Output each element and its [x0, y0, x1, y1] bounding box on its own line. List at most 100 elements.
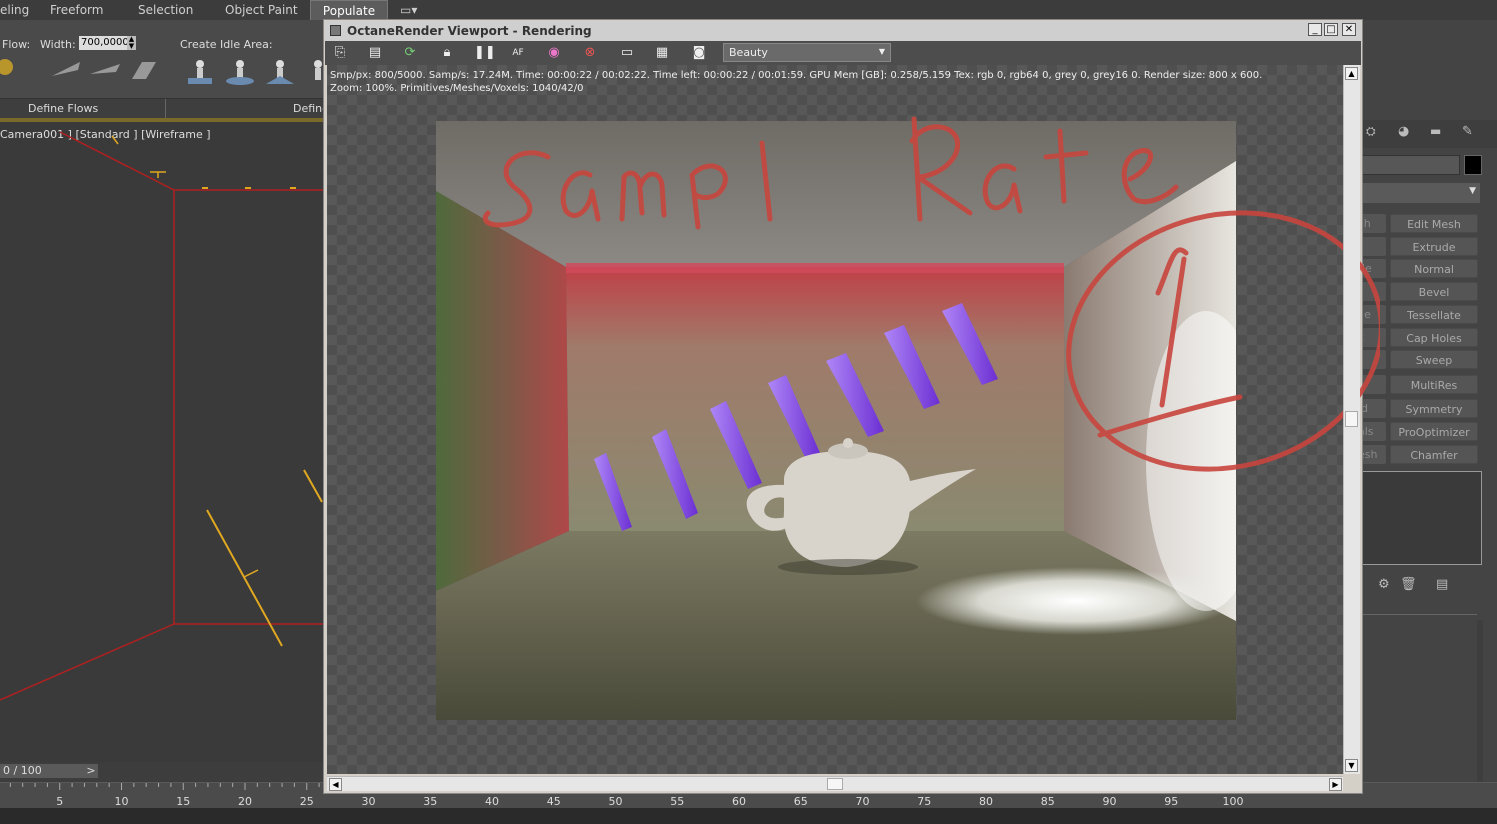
close-button[interactable]: ✕ [1342, 23, 1356, 36]
ruler-label: 45 [547, 795, 561, 808]
window-app-icon [330, 25, 341, 36]
next-frame-button[interactable]: > [84, 764, 98, 778]
scroll-left-button[interactable]: ◀ [329, 778, 342, 791]
annotation-overlay [482, 116, 1380, 472]
ruler-label: 25 [300, 795, 314, 808]
modifier-button-edit-mesh[interactable]: Edit Mesh [1390, 214, 1478, 233]
modifier-button-extrude[interactable]: Extrude [1390, 237, 1478, 256]
status-strip [0, 808, 1497, 824]
ruler-label: 10 [115, 795, 129, 808]
annotation-letter-s [482, 150, 551, 228]
flow-label: Flow: [2, 38, 31, 51]
configure-modifier-icon[interactable]: ▤ [1436, 577, 1448, 592]
modifier-button-tessellate[interactable]: Tessellate [1390, 305, 1478, 324]
annotation-letter-m [619, 170, 667, 222]
panel-divider [1362, 614, 1477, 615]
time-slider-bar: 0 / 100 > [0, 762, 330, 782]
modifier-button-normal[interactable]: Normal [1390, 259, 1478, 278]
clipboard-icon[interactable]: ▤ [366, 44, 384, 62]
ruler-label: 5 [56, 795, 63, 808]
ruler-label: 55 [670, 795, 684, 808]
ruler-label: 75 [917, 795, 931, 808]
modifier-button-bevel[interactable]: Bevel [1390, 282, 1478, 301]
modifier-button-multires[interactable]: MultiRes [1390, 375, 1478, 394]
maximize-button[interactable]: □ [1324, 23, 1338, 36]
ribbon-options-icon[interactable]: ▭▾ [400, 0, 428, 20]
ruler-label: 70 [856, 795, 870, 808]
modifier-button-chamfer[interactable]: Chamfer [1390, 445, 1478, 464]
modifier-button-cap-holes[interactable]: Cap Holes [1390, 328, 1478, 347]
utilities-icon[interactable]: ✎ [1462, 124, 1478, 140]
octane-title-bar[interactable]: OctaneRender Viewport - Rendering [325, 21, 1361, 41]
scroll-right-button[interactable]: ▶ [1329, 778, 1342, 791]
render-stats-line1: Smp/px: 800/5000. Samp/s: 17.24M. Time: … [330, 70, 1263, 81]
tab-freeform[interactable]: Freeform [50, 0, 103, 20]
pause-icon[interactable]: ❚❚ [474, 44, 496, 62]
modifier-stack[interactable] [1362, 471, 1482, 565]
ruler-label: 65 [794, 795, 808, 808]
ruler-label: 95 [1164, 795, 1178, 808]
ruler-label: 20 [238, 795, 252, 808]
time-slider[interactable]: 0 / 100 [0, 764, 85, 778]
pass-select[interactable]: Beauty ▼ [723, 43, 891, 62]
annotation-letter-a2 [982, 163, 1023, 214]
ribbon-tab-bar: eling Freeform Selection Object Paint Po… [0, 0, 1497, 21]
ruler-label: 60 [732, 795, 746, 808]
motion-icon[interactable]: ◕ [1398, 124, 1414, 140]
display-icon[interactable]: ▬ [1430, 124, 1446, 140]
annotation-letter-t [1043, 128, 1089, 204]
refresh-icon[interactable]: ⟳ [401, 44, 419, 62]
screen-icon[interactable]: ▭ [618, 44, 636, 62]
define-flows-label: Define Flows [28, 102, 99, 115]
horizontal-scroll-thumb[interactable] [827, 778, 843, 790]
camera-icon[interactable]: ◙ [690, 44, 708, 62]
panel-scrollbar[interactable] [1477, 620, 1483, 782]
annotation-letter-r [909, 116, 973, 222]
copy-icon[interactable]: ⎘ [331, 44, 349, 62]
width-input[interactable]: 700,0000 [79, 36, 129, 50]
autofocus-icon[interactable]: AF [509, 44, 527, 62]
ruler-label: 40 [485, 795, 499, 808]
color-picker-icon[interactable]: ◉ [545, 44, 563, 62]
chevron-down-icon: ▼ [878, 47, 885, 56]
width-spinner[interactable]: ▲ ▼ [127, 36, 136, 50]
wireframe-scene [0, 131, 330, 701]
pass-select-value: Beauty [729, 46, 768, 59]
lock-icon[interactable]: 🔒︎ [438, 44, 456, 62]
scroll-down-button[interactable]: ▼ [1345, 759, 1358, 772]
minimize-button[interactable]: _ [1308, 23, 1322, 36]
target-icon[interactable]: ⊗ [581, 44, 599, 62]
object-color-swatch[interactable] [1464, 155, 1482, 175]
annotation-letter-p [689, 163, 728, 230]
tab-selection[interactable]: Selection [138, 0, 193, 20]
tab-modeling[interactable]: eling [0, 0, 29, 20]
ribbon-divider [165, 99, 166, 119]
modifier-button-sweep[interactable]: Sweep [1390, 350, 1478, 369]
annotation-letter-e [1121, 148, 1179, 205]
horizontal-scrollbar[interactable]: ◀ ▶ [327, 776, 1343, 791]
ruler-label: 30 [362, 795, 376, 808]
film-icon[interactable]: ▦ [653, 44, 671, 62]
window-title: OctaneRender Viewport - Rendering [347, 24, 592, 38]
tab-populate[interactable]: Populate [310, 0, 388, 20]
render-stats-line2: Zoom: 100%. Primitives/Meshes/Voxels: 10… [330, 83, 584, 94]
vertical-scroll-thumb[interactable] [1345, 411, 1358, 427]
scroll-up-button[interactable]: ▲ [1345, 67, 1358, 80]
ruler-label: 80 [979, 795, 993, 808]
modifier-button-symmetry[interactable]: Symmetry [1390, 399, 1478, 418]
annotation-circle [1066, 210, 1380, 472]
vertical-scrollbar[interactable]: ▲ ▼ [1343, 65, 1360, 774]
show-end-result-icon[interactable]: ⚙ [1378, 577, 1390, 592]
tab-object-paint[interactable]: Object Paint [225, 0, 298, 20]
ruler-label: 35 [423, 795, 437, 808]
ruler-label: 90 [1103, 795, 1117, 808]
camera-viewport[interactable]: Camera001 ] [Standard ] [Wireframe ] [0, 122, 330, 762]
annotation-letter-l [759, 140, 773, 222]
ruler-label: 85 [1041, 795, 1055, 808]
annotation-letter-a [560, 170, 601, 222]
ribbon-tool-icons[interactable] [0, 54, 330, 90]
annotation-number-1 [1097, 247, 1243, 438]
remove-modifier-icon[interactable]: 🗑 [1400, 577, 1417, 592]
modifier-button-prooptimizer[interactable]: ProOptimizer [1390, 422, 1478, 441]
width-label: Width: [40, 38, 76, 51]
